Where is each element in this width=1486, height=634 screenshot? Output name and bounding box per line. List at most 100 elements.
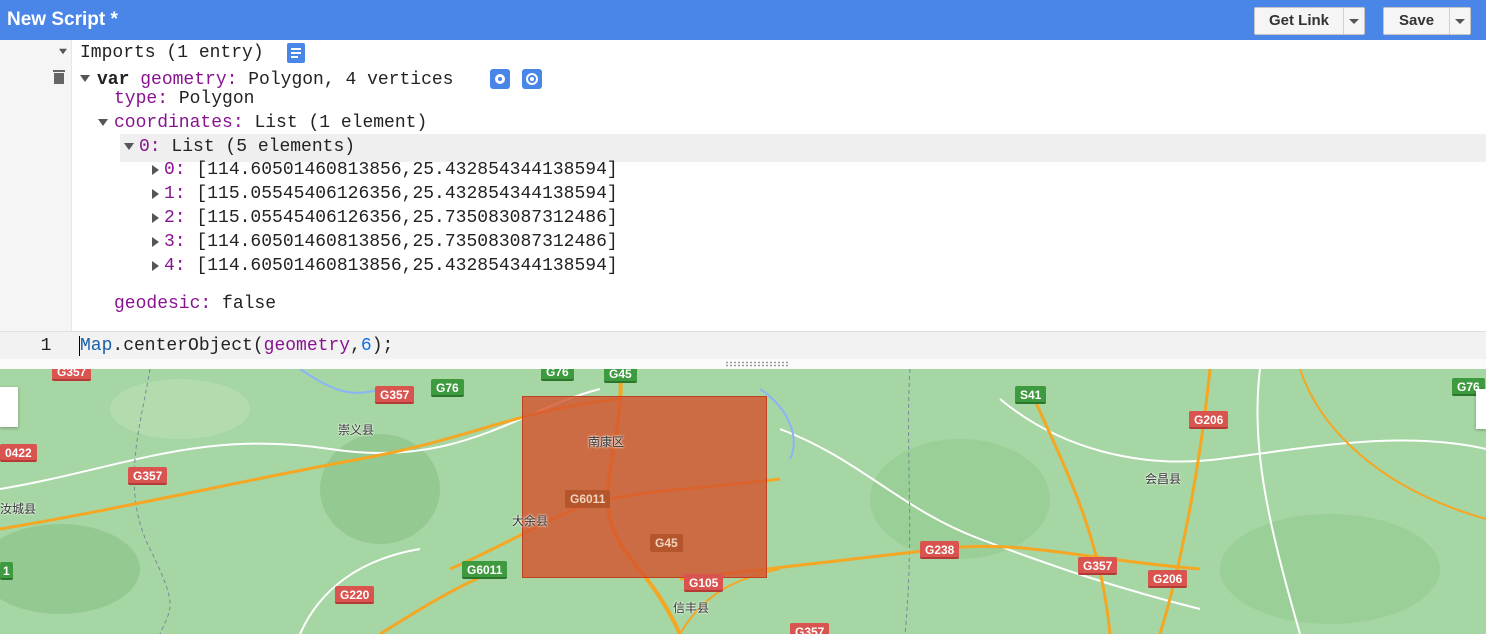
road-shield: G6011 xyxy=(462,561,508,579)
map-left-control[interactable] xyxy=(0,387,18,427)
geodesic-key: geodesic: xyxy=(114,294,212,314)
coordinates-line[interactable]: coordinates: List (1 element) xyxy=(114,112,427,134)
road-shield: G357 xyxy=(128,467,168,485)
coordinates-key: coordinates: xyxy=(114,113,244,133)
place-label: 大余县 xyxy=(512,514,549,528)
point-key: 1: xyxy=(164,184,186,204)
place-label: 信丰县 xyxy=(673,601,710,615)
road-shield: G357 xyxy=(375,386,415,404)
imports-panel: Imports (1 entry) var geometry: Polygon,… xyxy=(0,40,1486,331)
ring-key: 0: xyxy=(139,137,161,157)
point-key: 4: xyxy=(164,256,186,276)
collapse-imports-icon[interactable] xyxy=(59,48,67,55)
get-link-button[interactable]: Get Link xyxy=(1255,8,1345,34)
code-end: ); xyxy=(371,336,394,356)
expand-point-icon[interactable] xyxy=(152,237,159,247)
line-number: 1 xyxy=(40,336,52,356)
get-link-button-group[interactable]: Get Link xyxy=(1254,7,1366,35)
point-value: [114.60501460813856,25.432854344138594] xyxy=(196,160,618,180)
geometry-var-name: geometry: xyxy=(140,70,238,90)
list-item[interactable]: 3: [114.60501460813856,25.73508308731248… xyxy=(164,231,618,253)
point-value: [114.60501460813856,25.432854344138594] xyxy=(196,256,618,276)
type-line: type: Polygon xyxy=(114,88,254,110)
expand-point-icon[interactable] xyxy=(152,261,159,271)
place-label: 会昌县 xyxy=(1145,472,1182,486)
terrain-patch xyxy=(110,379,250,439)
geodesic-value: false xyxy=(222,294,277,314)
save-button-group[interactable]: Save xyxy=(1383,7,1472,35)
road-shield: G206 xyxy=(1148,570,1188,588)
code-editor-line[interactable]: 1 Map.centerObject(geometry,6); xyxy=(0,331,1486,359)
script-header: New Script * Get Link Save xyxy=(0,0,1486,40)
geometry-polygon[interactable] xyxy=(522,396,767,578)
minor-road xyxy=(999,398,1486,463)
expand-point-icon[interactable] xyxy=(152,213,159,223)
script-title[interactable]: New Script * xyxy=(7,9,118,31)
code-argument: geometry xyxy=(263,336,351,356)
road-shield: G45 xyxy=(650,534,683,552)
get-link-dropdown[interactable] xyxy=(1344,8,1364,34)
delete-import-icon[interactable] xyxy=(53,70,65,85)
terrain-patch xyxy=(870,439,1050,559)
river xyxy=(299,369,381,394)
geometry-summary: Polygon, 4 vertices xyxy=(248,70,454,90)
road-shield: 0422 xyxy=(0,444,37,462)
code-number: 6 xyxy=(360,336,372,356)
chevron-down-icon xyxy=(1349,18,1360,24)
list-item[interactable]: 1: [115.05545406126356,25.43285434413859… xyxy=(164,183,618,205)
road-shield: 1 xyxy=(0,562,13,580)
terrain-patch xyxy=(0,524,140,614)
ring-list-line[interactable]: 0: List (5 elements) xyxy=(139,136,355,158)
road-shield: G357 xyxy=(1078,557,1118,575)
center-on-geometry-icon[interactable] xyxy=(522,69,542,89)
road-shield: G357 xyxy=(52,369,92,381)
panel-splitter[interactable] xyxy=(0,359,1486,369)
road-shield: G357 xyxy=(790,623,830,634)
place-label: 崇义县 xyxy=(338,423,375,437)
point-value: [115.05545406126356,25.735083087312486] xyxy=(196,208,618,228)
collapse-list-icon[interactable] xyxy=(124,143,134,150)
show-generated-code-icon[interactable] xyxy=(287,43,305,63)
splitter-grip-icon[interactable] xyxy=(725,361,789,367)
expand-point-icon[interactable] xyxy=(152,189,159,199)
chevron-down-icon xyxy=(1455,18,1466,24)
map-view[interactable]: G357 G357 G76 G76 G45 G357 0422 1 G6011 … xyxy=(0,369,1486,634)
var-keyword: var xyxy=(97,70,130,90)
terrain-patch xyxy=(1220,514,1440,624)
expand-point-icon[interactable] xyxy=(152,165,159,175)
geodesic-line: geodesic: false xyxy=(114,293,276,315)
road-shield: G238 xyxy=(920,541,960,559)
road-shield: G105 xyxy=(684,574,724,592)
collapse-coordinates-icon[interactable] xyxy=(98,119,108,126)
imports-summary[interactable]: Imports (1 entry) xyxy=(80,42,264,64)
point-value: [114.60501460813856,25.735083087312486] xyxy=(196,232,618,252)
list-item[interactable]: 2: [115.05545406126356,25.73508308731248… xyxy=(164,207,618,229)
place-label: 南康区 xyxy=(588,435,625,449)
place-label: 汝城县 xyxy=(0,502,37,516)
ring-value: List (5 elements) xyxy=(171,137,356,157)
road-shield: G6011 xyxy=(565,490,611,508)
collapse-geometry-icon[interactable] xyxy=(80,75,90,82)
code-text[interactable]: Map.centerObject(geometry,6); xyxy=(80,332,393,360)
point-key: 2: xyxy=(164,208,186,228)
point-key: 0: xyxy=(164,160,186,180)
map-right-control[interactable] xyxy=(1476,389,1486,429)
type-value: Polygon xyxy=(178,89,255,109)
road-shield: G76 xyxy=(431,379,464,397)
list-item[interactable]: 0: [114.60501460813856,25.43285434413859… xyxy=(164,159,618,181)
road-shield: G45 xyxy=(604,369,637,383)
point-key: 3: xyxy=(164,232,186,252)
point-value: [115.05545406126356,25.432854344138594] xyxy=(196,184,618,204)
gear-icon[interactable] xyxy=(490,69,510,89)
road-shield: G76 xyxy=(541,369,574,381)
road-shield: G220 xyxy=(335,586,375,604)
road-shield: S41 xyxy=(1015,386,1047,404)
type-key: type: xyxy=(114,89,169,109)
code-object: Map xyxy=(80,336,113,356)
save-button[interactable]: Save xyxy=(1384,8,1451,34)
list-item[interactable]: 4: [114.60501460813856,25.43285434413859… xyxy=(164,255,618,277)
road-shield: G206 xyxy=(1189,411,1229,429)
save-dropdown[interactable] xyxy=(1450,8,1470,34)
code-method: .centerObject( xyxy=(112,336,264,356)
coordinates-value: List (1 element) xyxy=(254,113,428,133)
